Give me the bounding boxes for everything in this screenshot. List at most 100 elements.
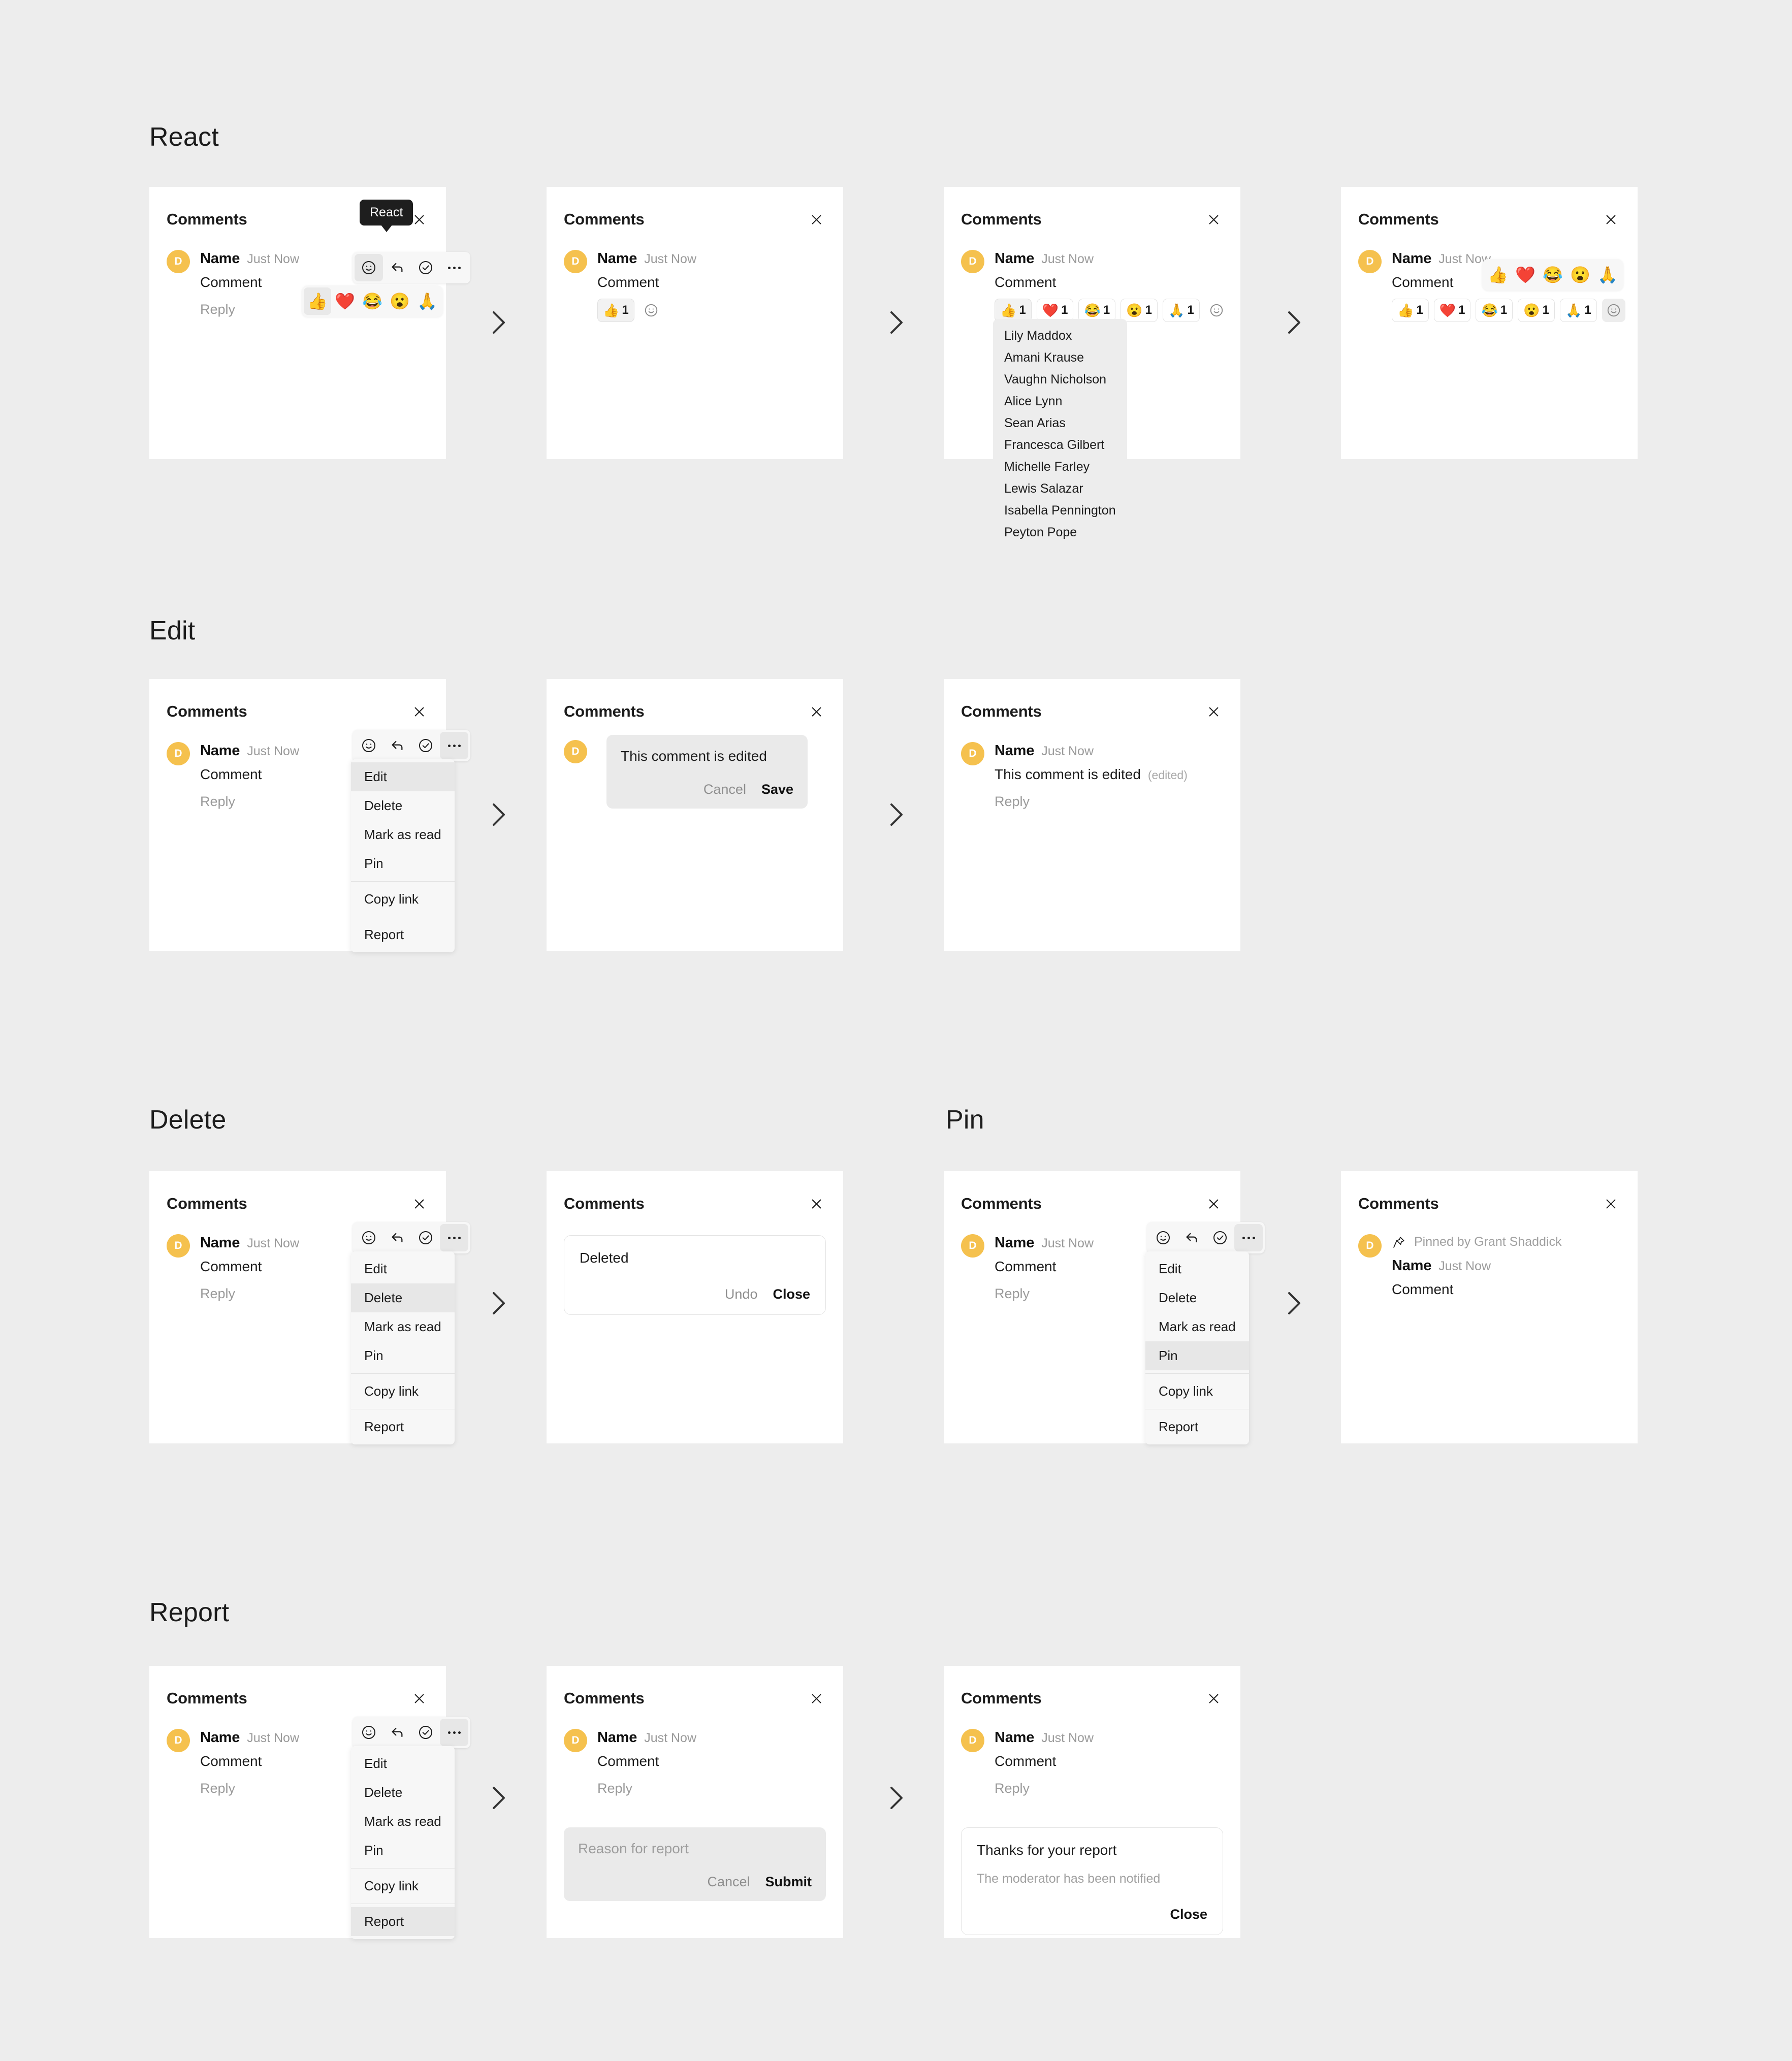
smiley-icon[interactable] — [355, 732, 383, 759]
list-item[interactable]: Vaughn Nicholson — [993, 369, 1127, 391]
report-reason-box[interactable]: Reason for report Cancel Submit — [564, 1827, 826, 1901]
reaction-chip[interactable]: 😂 1 — [1476, 299, 1513, 322]
menu-item-report[interactable]: Report — [351, 1907, 455, 1936]
list-item[interactable]: Francesca Gilbert — [993, 434, 1127, 456]
close-icon[interactable] — [807, 1689, 826, 1708]
menu-item-copy-link[interactable]: Copy link — [351, 1872, 455, 1901]
cancel-button[interactable]: Cancel — [707, 1874, 750, 1890]
close-icon[interactable] — [1204, 1689, 1223, 1708]
reaction-chip[interactable]: 😮 1 — [1121, 299, 1158, 322]
menu-item-report[interactable]: Report — [1145, 1412, 1249, 1441]
menu-item-delete[interactable]: Delete — [351, 1778, 455, 1807]
more-dots-icon[interactable] — [440, 254, 468, 281]
reaction-chip[interactable]: 🙏 1 — [1559, 299, 1597, 322]
close-icon[interactable] — [807, 1194, 826, 1213]
menu-item-delete[interactable]: Delete — [351, 1283, 455, 1312]
menu-item-edit[interactable]: Edit — [1145, 1254, 1249, 1283]
menu-item-pin[interactable]: Pin — [351, 849, 455, 878]
list-item[interactable]: Michelle Farley — [993, 456, 1127, 478]
save-button[interactable]: Save — [761, 782, 793, 797]
reply-arrow-icon[interactable] — [383, 1224, 411, 1251]
smiley-icon[interactable] — [1149, 1224, 1177, 1251]
reaction-chip[interactable]: 🙏 1 — [1162, 299, 1200, 322]
menu-item-delete[interactable]: Delete — [351, 791, 455, 820]
menu-item-edit[interactable]: Edit — [351, 1254, 455, 1283]
check-circle-icon[interactable] — [411, 254, 440, 281]
smiley-icon[interactable] — [355, 1224, 383, 1251]
emoji-option-heart[interactable]: ❤️ — [331, 287, 359, 315]
more-dots-icon[interactable] — [440, 732, 468, 759]
menu-item-mark-as-read[interactable]: Mark as read — [351, 1312, 455, 1341]
close-icon[interactable] — [1601, 1194, 1620, 1213]
cancel-button[interactable]: Cancel — [703, 782, 746, 797]
add-reaction-smiley-icon[interactable] — [1602, 299, 1625, 322]
list-item[interactable]: Lily Maddox — [993, 325, 1127, 347]
close-icon[interactable] — [1204, 1194, 1223, 1213]
reply-link[interactable]: Reply — [995, 794, 1230, 810]
close-button[interactable]: Close — [773, 1286, 810, 1302]
add-reaction-smiley-icon[interactable] — [639, 299, 663, 322]
close-icon[interactable] — [807, 210, 826, 229]
close-icon[interactable] — [409, 1689, 429, 1708]
report-reason-input[interactable]: Reason for report — [578, 1841, 812, 1857]
check-circle-icon[interactable] — [411, 1719, 440, 1746]
list-item[interactable]: Sean Arias — [993, 412, 1127, 434]
close-icon[interactable] — [807, 702, 826, 721]
reaction-chip[interactable]: 👍 1 — [597, 299, 634, 322]
menu-item-delete[interactable]: Delete — [1145, 1283, 1249, 1312]
emoji-option-laugh[interactable]: 😂 — [1539, 261, 1566, 288]
close-icon[interactable] — [1204, 702, 1223, 721]
emoji-option-thumbsup[interactable]: 👍 — [304, 287, 331, 315]
comment-edit-input[interactable]: This comment is edited — [621, 748, 793, 764]
close-icon[interactable] — [409, 702, 429, 721]
menu-item-report[interactable]: Report — [351, 920, 455, 949]
reply-arrow-icon[interactable] — [383, 254, 411, 281]
submit-button[interactable]: Submit — [765, 1874, 812, 1890]
more-dots-icon[interactable] — [440, 1224, 468, 1251]
menu-item-mark-as-read[interactable]: Mark as read — [1145, 1312, 1249, 1341]
emoji-option-laugh[interactable]: 😂 — [359, 287, 386, 315]
reaction-chip[interactable]: ❤️ 1 — [1433, 299, 1471, 322]
smiley-icon[interactable] — [355, 1719, 383, 1746]
menu-item-edit[interactable]: Edit — [351, 1749, 455, 1778]
menu-item-report[interactable]: Report — [351, 1412, 455, 1441]
list-item[interactable]: Isabella Pennington — [993, 500, 1127, 522]
reply-arrow-icon[interactable] — [383, 732, 411, 759]
menu-item-mark-as-read[interactable]: Mark as read — [351, 820, 455, 849]
menu-item-edit[interactable]: Edit — [351, 762, 455, 791]
menu-item-pin[interactable]: Pin — [351, 1341, 455, 1370]
close-button[interactable]: Close — [1170, 1907, 1207, 1922]
smiley-icon[interactable] — [355, 254, 383, 281]
reaction-chip[interactable]: 😮 1 — [1518, 299, 1555, 322]
menu-item-copy-link[interactable]: Copy link — [1145, 1377, 1249, 1406]
check-circle-icon[interactable] — [1206, 1224, 1234, 1251]
reply-arrow-icon[interactable] — [1177, 1224, 1206, 1251]
reaction-chip[interactable]: 👍 1 — [1392, 299, 1429, 322]
menu-item-pin[interactable]: Pin — [351, 1836, 455, 1865]
close-icon[interactable] — [1601, 210, 1620, 229]
list-item[interactable]: Amani Krause — [993, 347, 1127, 369]
emoji-option-wow[interactable]: 😮 — [1566, 261, 1594, 288]
more-dots-icon[interactable] — [1234, 1224, 1263, 1251]
menu-item-mark-as-read[interactable]: Mark as read — [351, 1807, 455, 1836]
emoji-option-wow[interactable]: 😮 — [386, 287, 413, 315]
undo-button[interactable]: Undo — [725, 1286, 758, 1302]
list-item[interactable]: Alice Lynn — [993, 391, 1127, 412]
check-circle-icon[interactable] — [411, 1224, 440, 1251]
emoji-option-pray[interactable]: 🙏 — [1594, 261, 1621, 288]
reply-arrow-icon[interactable] — [383, 1719, 411, 1746]
close-icon[interactable] — [409, 1194, 429, 1213]
close-icon[interactable] — [1204, 210, 1223, 229]
reply-link[interactable]: Reply — [597, 1781, 833, 1796]
emoji-option-thumbsup[interactable]: 👍 — [1484, 261, 1512, 288]
check-circle-icon[interactable] — [411, 732, 440, 759]
menu-item-copy-link[interactable]: Copy link — [351, 885, 455, 914]
list-item[interactable]: Lewis Salazar — [993, 478, 1127, 500]
comment-edit-box[interactable]: This comment is edited Cancel Save — [606, 735, 808, 809]
menu-item-copy-link[interactable]: Copy link — [351, 1377, 455, 1406]
reply-link[interactable]: Reply — [995, 1781, 1230, 1796]
emoji-option-heart[interactable]: ❤️ — [1512, 261, 1539, 288]
add-reaction-smiley-icon[interactable] — [1205, 299, 1228, 322]
list-item[interactable]: Peyton Pope — [993, 522, 1127, 543]
more-dots-icon[interactable] — [440, 1719, 468, 1746]
